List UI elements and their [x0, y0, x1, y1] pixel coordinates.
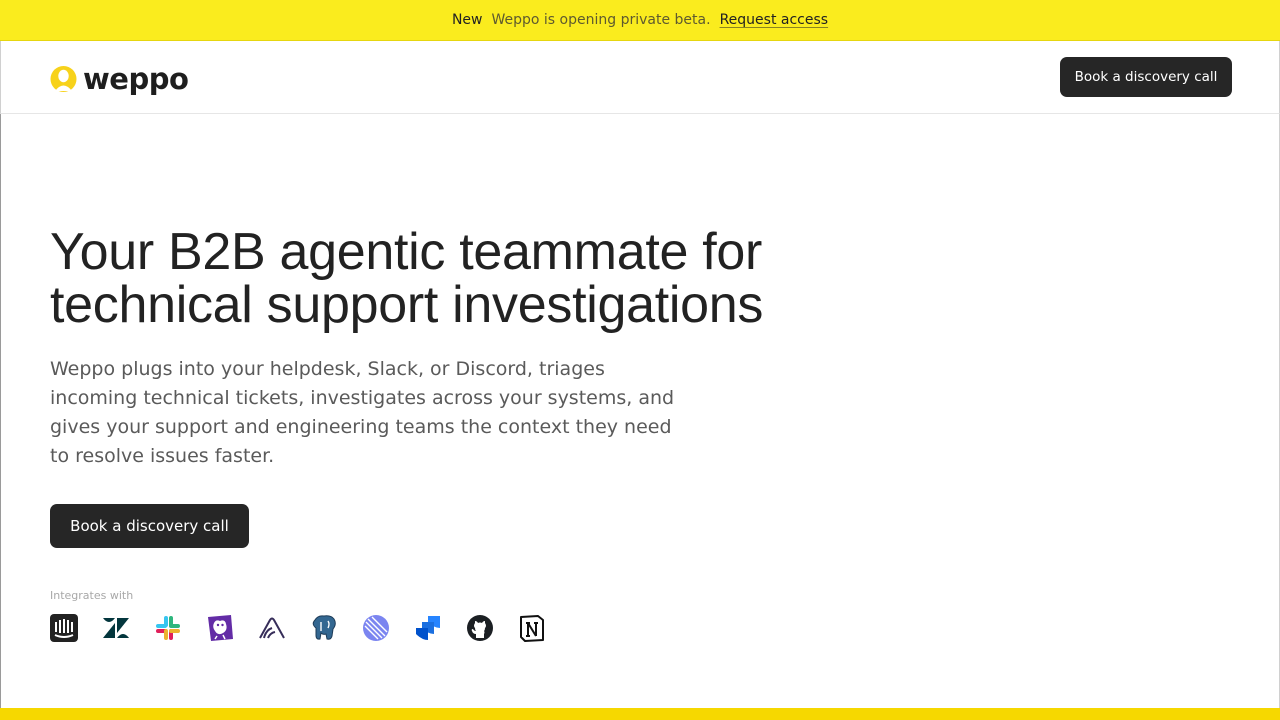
jira-icon: [416, 616, 440, 640]
sentry-icon: [259, 617, 285, 639]
bottom-accent-bar: [0, 708, 1280, 720]
hero-subtitle: Weppo plugs into your helpdesk, Slack, o…: [50, 358, 675, 467]
new-badge: New: [451, 12, 483, 28]
logo[interactable]: weppo: [49, 62, 189, 96]
postgresql-icon: [312, 615, 336, 640]
notion-icon: [520, 615, 544, 642]
request-access-link[interactable]: Request access: [720, 12, 829, 28]
datadog-icon: [208, 615, 233, 641]
hero-title-line-1: Your B2B agentic teammate for: [50, 223, 763, 281]
banner-message: Weppo is opening private beta.: [491, 12, 711, 28]
weppo-logo-icon: [50, 66, 77, 92]
linear-icon: [363, 615, 389, 641]
site-header: weppo Book a discovery call: [0, 41, 1280, 114]
slack-icon: [156, 616, 180, 640]
github-icon: [467, 615, 493, 641]
integrations-label: Integrates with: [50, 589, 134, 602]
zendesk-icon: [103, 618, 129, 638]
integrations-icon-row: [50, 614, 546, 642]
hero-title: Your B2B agentic teammate for technical …: [50, 226, 850, 332]
hero-section: Your B2B agentic teammate for technical …: [0, 114, 1280, 708]
logo-wordmark: weppo: [83, 62, 189, 96]
book-discovery-call-button[interactable]: Book a discovery call: [1060, 57, 1232, 97]
announcement-banner: New Weppo is opening private beta. Reque…: [0, 0, 1280, 41]
hero-book-discovery-call-button[interactable]: Book a discovery call: [50, 504, 249, 548]
hero-title-line-2: technical support investigations: [50, 276, 764, 334]
intercom-icon: [50, 614, 78, 642]
